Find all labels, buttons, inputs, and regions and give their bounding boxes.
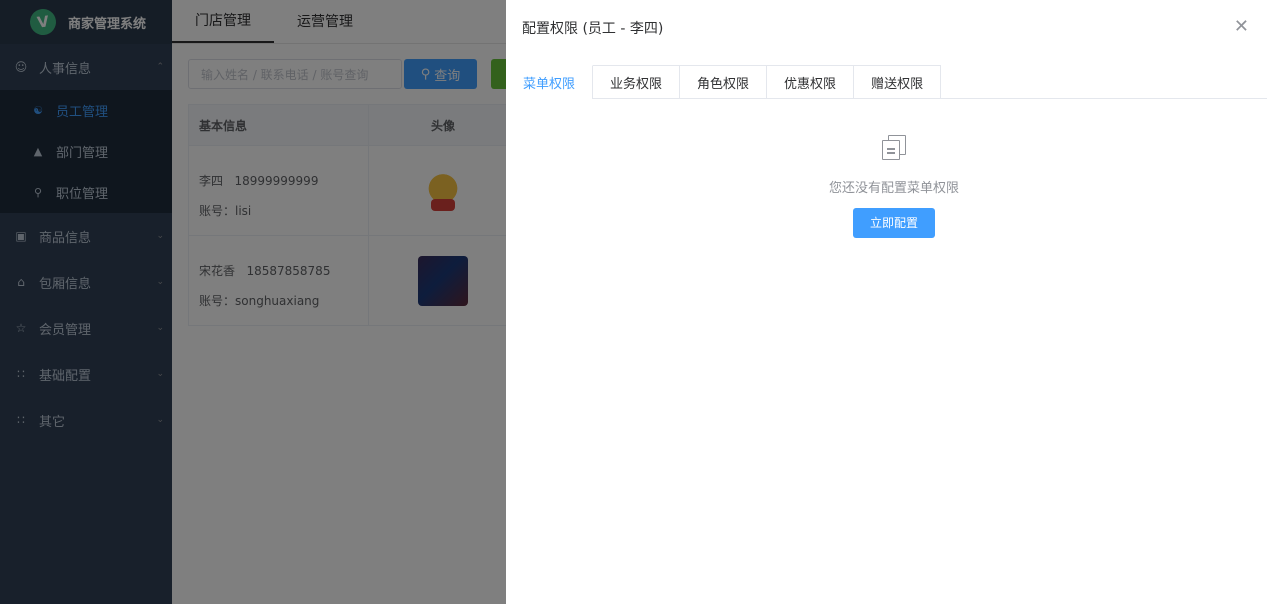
- drawer-header: 配置权限 (员工 - 李四) ✕: [506, 0, 1267, 56]
- tab-business-permission[interactable]: 业务权限: [593, 65, 681, 99]
- tab-gift-permission[interactable]: 赠送权限: [854, 65, 942, 99]
- close-icon[interactable]: ✕: [1234, 18, 1249, 36]
- tab-menu-permission[interactable]: 菜单权限: [506, 65, 594, 99]
- empty-state: 您还没有配置菜单权限 立即配置: [506, 135, 1267, 238]
- tab-discount-permission[interactable]: 优惠权限: [767, 65, 855, 99]
- tab-role-permission[interactable]: 角色权限: [680, 65, 768, 99]
- modal-overlay[interactable]: [0, 0, 506, 604]
- permission-drawer: 配置权限 (员工 - 李四) ✕ 菜单权限 业务权限 角色权限 优惠权限 赠送权…: [506, 0, 1267, 604]
- empty-text: 您还没有配置菜单权限: [828, 181, 959, 196]
- configure-now-button[interactable]: 立即配置: [853, 208, 935, 238]
- document-copy-icon: [882, 135, 906, 161]
- drawer-title: 配置权限 (员工 - 李四): [522, 21, 664, 37]
- permission-tabs: 菜单权限 业务权限 角色权限 优惠权限 赠送权限: [506, 65, 1267, 99]
